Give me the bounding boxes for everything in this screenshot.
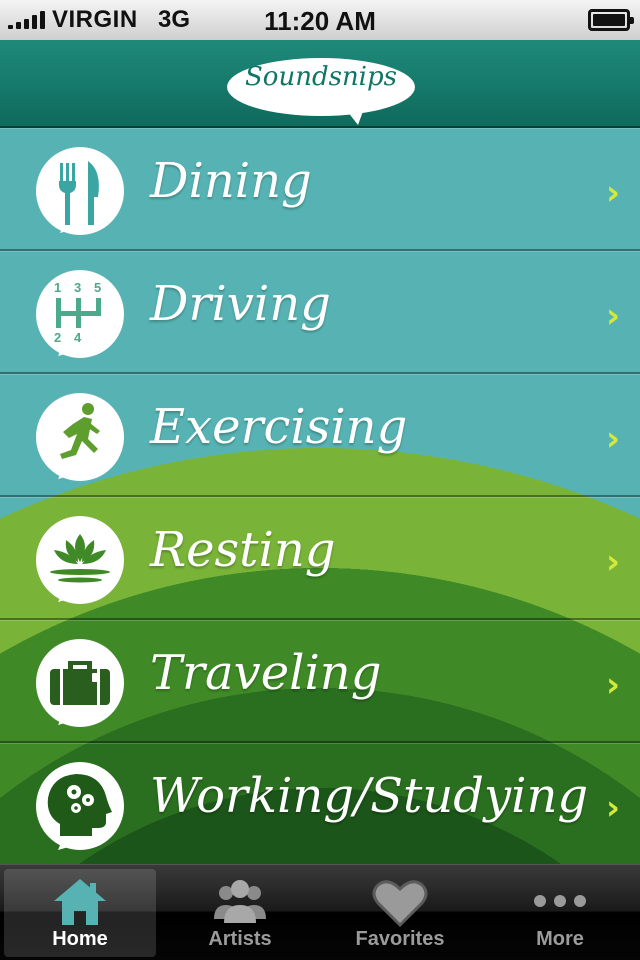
category-label: Resting <box>150 522 336 578</box>
chevron-right-icon: › <box>605 419 620 459</box>
status-bar: VIRGIN 3G 11:20 AM <box>0 0 640 40</box>
svg-text:5: 5 <box>94 280 101 295</box>
tab-label: Artists <box>208 928 272 950</box>
category-label: Working/Studying <box>150 768 589 824</box>
runner-icon <box>36 393 124 481</box>
tab-label: More <box>536 928 584 950</box>
svg-text:4: 4 <box>74 330 82 345</box>
category-row-resting[interactable]: Resting › <box>0 497 640 620</box>
app-header: Soundsnips <box>0 40 640 128</box>
head-gears-icon <box>36 762 124 850</box>
more-dots-icon <box>534 895 586 907</box>
category-list: Dining › 135 24 Driving › Exercising › R… <box>0 128 640 864</box>
category-row-driving[interactable]: 135 24 Driving › <box>0 251 640 374</box>
chevron-right-icon: › <box>605 173 620 213</box>
category-label: Dining <box>150 153 312 209</box>
category-row-working-studying[interactable]: Working/Studying › <box>0 743 640 864</box>
svg-text:2: 2 <box>54 330 61 345</box>
category-row-dining[interactable]: Dining › <box>0 128 640 251</box>
tab-bar: Home Artists Favorites More <box>0 864 640 960</box>
people-icon <box>214 880 266 923</box>
tab-favorites[interactable]: Favorites <box>324 869 476 957</box>
tab-label: Favorites <box>355 928 445 950</box>
app-logo: Soundsnips <box>245 62 397 92</box>
tab-label: Home <box>52 928 108 950</box>
category-label: Driving <box>150 276 331 332</box>
tab-home[interactable]: Home <box>4 869 156 957</box>
chevron-right-icon: › <box>605 665 620 705</box>
gear-shift-icon: 135 24 <box>36 270 124 358</box>
suitcase-icon <box>36 639 124 727</box>
battery-icon <box>588 9 634 31</box>
svg-text:3: 3 <box>74 280 81 295</box>
lotus-icon <box>36 516 124 604</box>
category-row-traveling[interactable]: Traveling › <box>0 620 640 743</box>
tab-artists[interactable]: Artists <box>164 869 316 957</box>
category-label: Exercising <box>150 399 408 455</box>
fork-knife-icon <box>36 147 124 235</box>
category-label: Traveling <box>150 645 382 701</box>
home-icon <box>54 879 106 925</box>
chevron-right-icon: › <box>605 296 620 336</box>
chevron-right-icon: › <box>605 542 620 582</box>
heart-icon <box>372 880 428 928</box>
status-time: 11:20 AM <box>264 6 376 36</box>
chevron-right-icon: › <box>605 788 620 828</box>
svg-text:1: 1 <box>54 280 61 295</box>
tab-more[interactable]: More <box>484 869 636 957</box>
category-row-exercising[interactable]: Exercising › <box>0 374 640 497</box>
